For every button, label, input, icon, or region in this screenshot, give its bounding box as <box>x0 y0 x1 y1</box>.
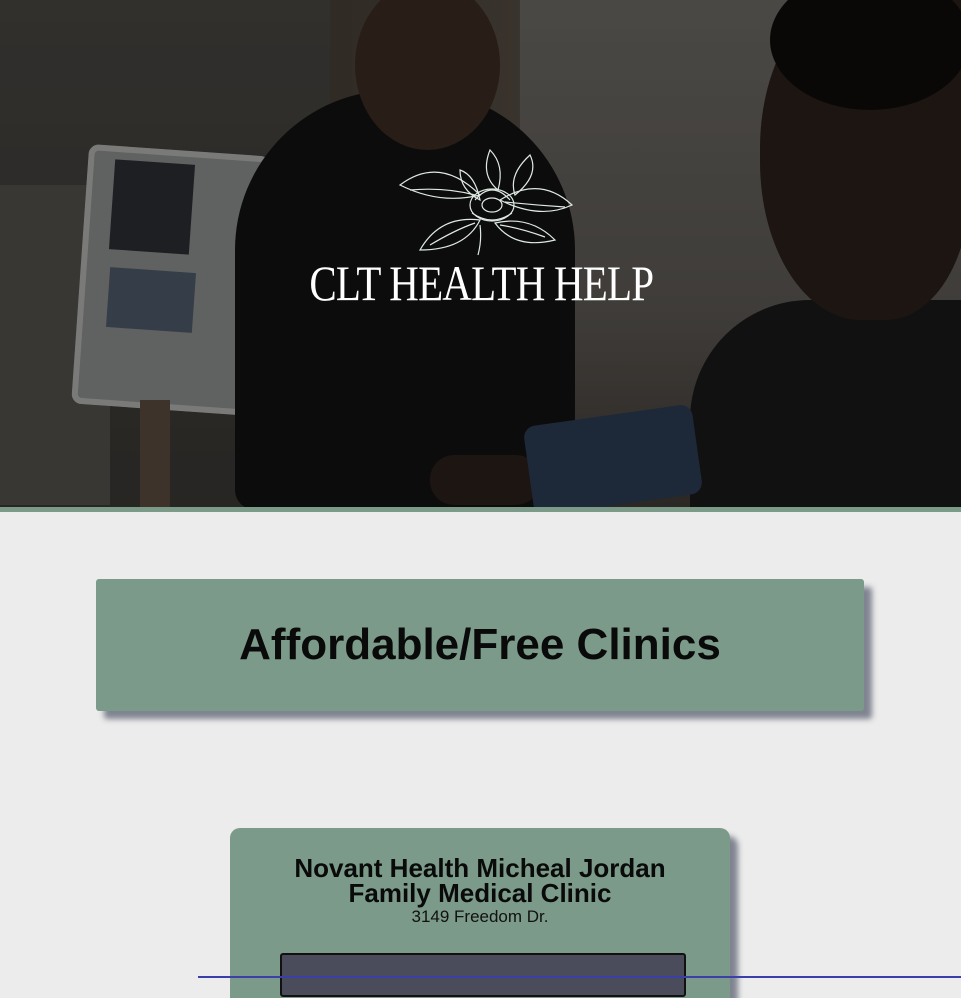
section-heading-card: Affordable/Free Clinics <box>96 579 864 711</box>
clinic-name: Novant Health Micheal Jordan Family Medi… <box>294 853 666 908</box>
section-heading: Affordable/Free Clinics <box>239 620 721 669</box>
hero-divider <box>0 507 961 512</box>
magnolia-flower-icon <box>398 148 574 256</box>
clinic-address: 3149 Freedom Dr. <box>411 907 549 926</box>
brand-title[interactable]: CLT HEALTH HELP <box>87 254 875 312</box>
viewport-bottom-edge <box>198 976 961 978</box>
clinic-map-embed[interactable] <box>280 953 686 997</box>
hero-banner: CLT HEALTH HELP <box>0 0 961 507</box>
clinic-card: Novant Health Micheal Jordan Family Medi… <box>230 828 730 998</box>
